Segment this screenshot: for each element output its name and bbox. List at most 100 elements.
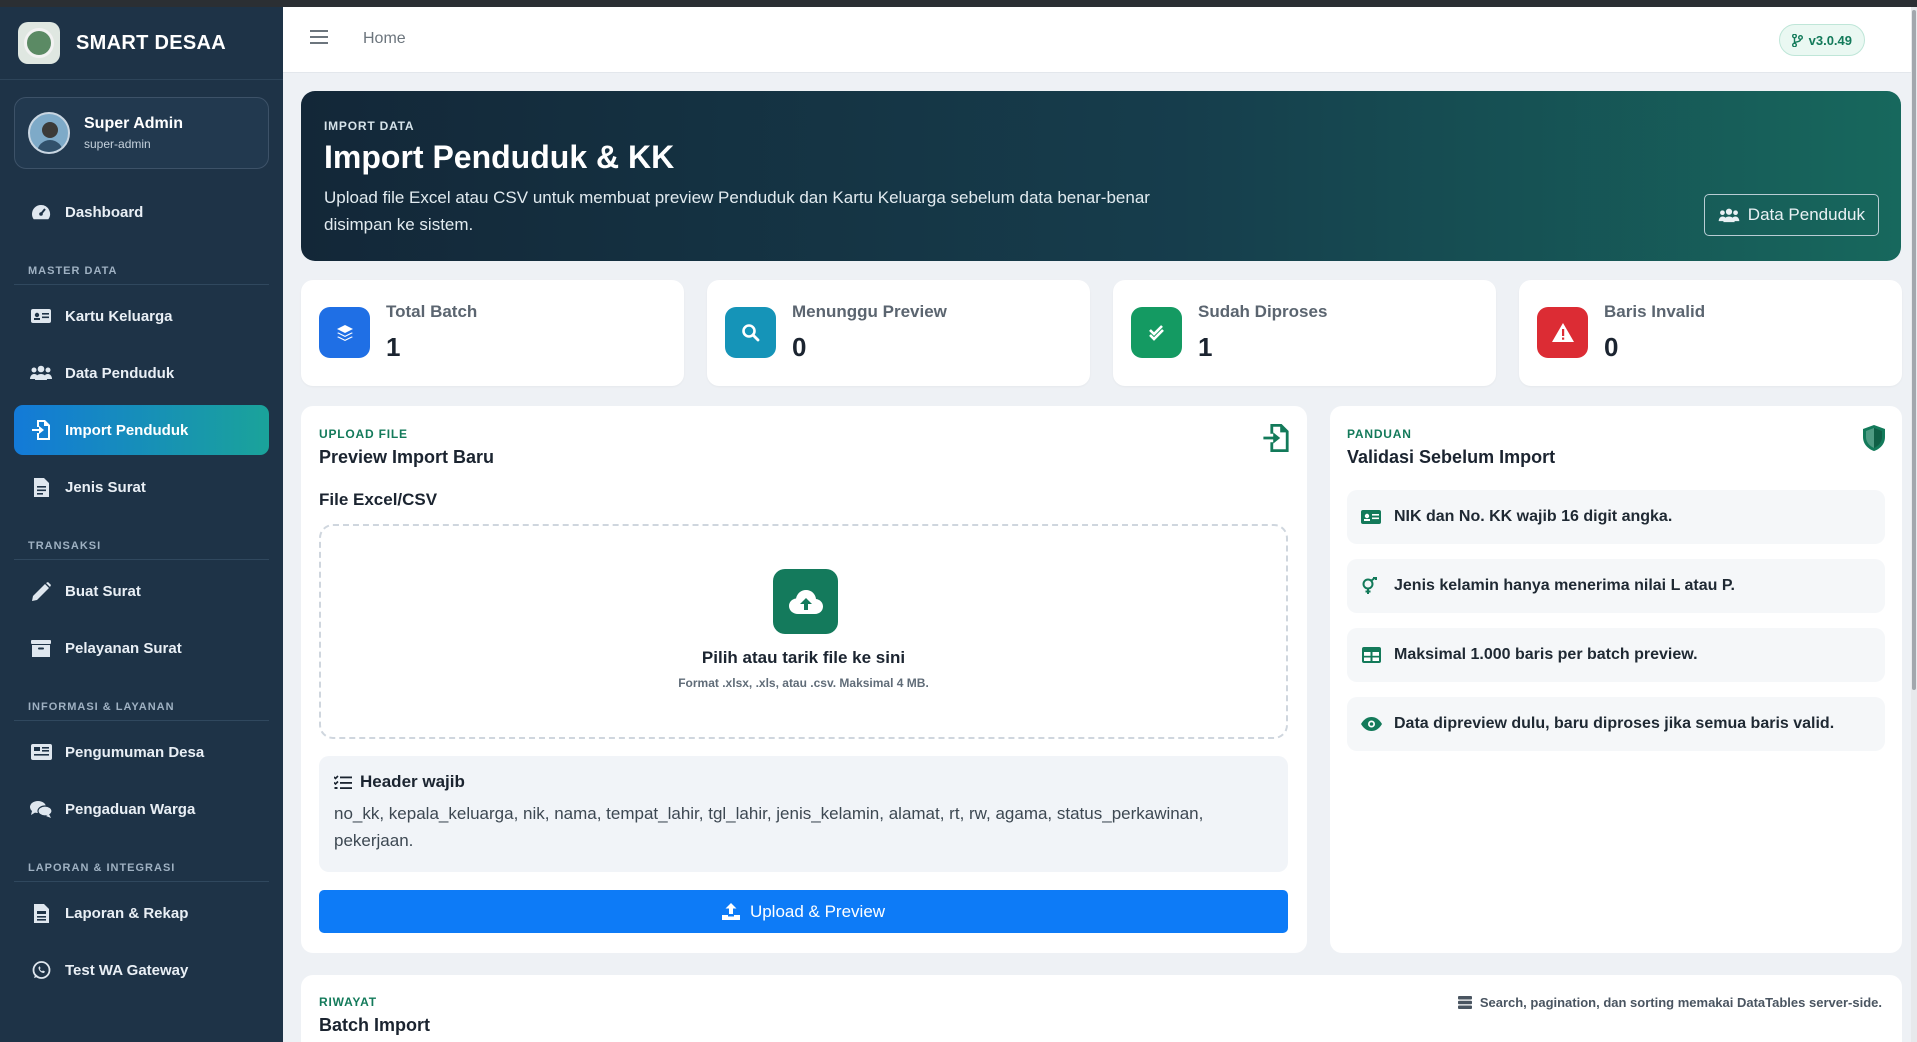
sidebar-item-pelayanan-surat[interactable]: Pelayanan Surat (14, 623, 269, 673)
stat-card-baris-invalid: Baris Invalid 0 (1519, 280, 1902, 386)
required-header-fields: no_kk, kepala_keluarga, nik, nama, tempa… (334, 804, 1204, 850)
user-card[interactable]: Super Admin super-admin (14, 97, 269, 169)
sidebar-item-data-penduduk[interactable]: Data Penduduk (14, 348, 269, 398)
upload-preview-button[interactable]: Upload & Preview (319, 890, 1288, 933)
version-text: v3.0.49 (1808, 32, 1852, 48)
guide-item: Maksimal 1.000 baris per batch preview. (1347, 628, 1885, 682)
brand-name: SMART DESAA (76, 31, 226, 54)
guide-item-text: Data dipreview dulu, baru diproses jika … (1394, 715, 1835, 732)
guide-item-text: Maksimal 1.000 baris per batch preview. (1394, 646, 1698, 663)
guide-item-text: Jenis kelamin hanya menerima nilai L ata… (1394, 577, 1735, 594)
check-double-icon (1131, 307, 1182, 358)
sidebar-item-label: Buat Surat (65, 582, 141, 600)
upload-title: Preview Import Baru (319, 447, 495, 467)
newspaper-icon (30, 741, 52, 763)
id-card-icon (30, 305, 52, 327)
sidebar-section-master: MASTER DATA (14, 249, 269, 285)
village-logo-icon (18, 22, 60, 64)
guide-item: Data dipreview dulu, baru diproses jika … (1347, 697, 1885, 751)
sidebar-item-label: Kartu Keluarga (65, 307, 173, 325)
stat-card-total-batch: Total Batch 1 (301, 280, 684, 386)
whatsapp-icon (30, 959, 52, 981)
sidebar-section-laporan: LAPORAN & INTEGRASI (14, 846, 269, 882)
hero-banner: IMPORT DATA Import Penduduk & KK Upload … (301, 91, 1901, 261)
window-top-strip (0, 0, 1917, 7)
sidebar-item-dashboard[interactable]: Dashboard (14, 187, 269, 237)
required-header-label: Header wajib (360, 772, 465, 791)
file-text-icon (30, 476, 52, 498)
sidebar-item-pengumuman-desa[interactable]: Pengumuman Desa (14, 727, 269, 777)
sidebar-item-label: Data Penduduk (65, 364, 175, 382)
data-penduduk-button[interactable]: Data Penduduk (1703, 194, 1879, 236)
guide-item: Jenis kelamin hanya menerima nilai L ata… (1347, 559, 1885, 613)
users-icon (1718, 208, 1740, 222)
stat-card-menunggu-preview: Menunggu Preview 0 (707, 280, 1090, 386)
data-penduduk-button-label: Data Penduduk (1747, 205, 1865, 224)
upload-eyebrow: UPLOAD FILE (319, 427, 408, 441)
shield-icon (1863, 425, 1885, 456)
comments-icon (30, 798, 52, 820)
upload-card: UPLOAD FILE Preview Import Baru File Exc… (301, 406, 1307, 953)
sidebar-item-label: Pengumuman Desa (65, 743, 205, 761)
file-dropzone[interactable]: Pilih atau tarik file ke sini Format .xl… (319, 524, 1288, 739)
archive-icon (30, 637, 52, 659)
sidebar-item-import-penduduk[interactable]: Import Penduduk (14, 405, 269, 455)
users-icon (30, 362, 52, 384)
dropzone-hint: Format .xlsx, .xls, atau .csv. Maksimal … (678, 676, 929, 690)
sidebar-item-test-wa[interactable]: Test WA Gateway (14, 945, 269, 995)
stat-label: Baris Invalid (1604, 302, 1706, 321)
sidebar-item-jenis-surat[interactable]: Jenis Surat (14, 462, 269, 512)
guide-eyebrow: PANDUAN (1347, 427, 1412, 441)
user-name: Super Admin (84, 115, 183, 132)
guide-item: NIK dan No. KK wajib 16 digit angka. (1347, 490, 1885, 544)
stat-label: Total Batch (386, 302, 478, 321)
page-title: Import Penduduk & KK (324, 139, 675, 175)
sidebar-item-label: Import Penduduk (65, 421, 189, 439)
sidebar-item-label: Laporan & Rekap (65, 904, 189, 922)
gauge-icon (30, 201, 52, 223)
cloud-upload-icon (773, 569, 838, 634)
history-eyebrow: RIWAYAT (319, 995, 377, 1009)
history-note: Search, pagination, dan sorting memakai … (1457, 995, 1882, 1010)
sidebar-item-label: Test WA Gateway (65, 961, 189, 979)
file-invoice-icon (30, 902, 52, 924)
page-scrollbar-thumb[interactable] (1912, 10, 1916, 690)
eye-icon (1360, 717, 1382, 731)
menu-toggle-icon[interactable] (310, 30, 328, 46)
guide-title: Validasi Sebelum Import (1347, 447, 1556, 467)
stat-value: 0 (792, 332, 807, 362)
breadcrumb-home[interactable]: Home (363, 30, 406, 48)
history-title: Batch Import (319, 1015, 431, 1035)
stat-value: 1 (386, 332, 401, 362)
upload-icon (721, 903, 740, 920)
required-header-title: Header wajib (334, 772, 1273, 792)
pencil-icon (30, 580, 52, 602)
user-role: super-admin (84, 137, 151, 151)
required-header-box: Header wajib no_kk, kepala_keluarga, nik… (319, 756, 1288, 872)
version-badge: v3.0.49 (1778, 24, 1865, 56)
stat-label: Sudah Diproses (1198, 302, 1328, 321)
sidebar-section-informasi: INFORMASI & LAYANAN (14, 685, 269, 721)
id-card-icon (1360, 509, 1382, 525)
file-field-label: File Excel/CSV (319, 490, 438, 509)
sidebar-item-buat-surat[interactable]: Buat Surat (14, 566, 269, 616)
stat-value: 1 (1198, 332, 1213, 362)
table-icon (1360, 647, 1382, 663)
guide-item-text: NIK dan No. KK wajib 16 digit angka. (1394, 508, 1673, 525)
venus-mars-icon (1360, 577, 1382, 595)
sidebar-item-label: Jenis Surat (65, 478, 146, 496)
topbar: Home v3.0.49 (283, 7, 1917, 73)
sidebar-item-label: Dashboard (65, 203, 144, 221)
sidebar-item-laporan-rekap[interactable]: Laporan & Rekap (14, 888, 269, 938)
stat-label: Menunggu Preview (792, 302, 947, 321)
stat-value: 0 (1604, 332, 1619, 362)
sidebar-item-pengaduan-warga[interactable]: Pengaduan Warga (14, 784, 269, 834)
sidebar-section-transaksi: TRANSAKSI (14, 524, 269, 560)
sidebar: SMART DESAA Super Admin super-admin Dash… (0, 7, 283, 1042)
sidebar-item-kartu-keluarga[interactable]: Kartu Keluarga (14, 291, 269, 341)
brand[interactable]: SMART DESAA (0, 7, 283, 80)
stat-card-sudah-diproses: Sudah Diproses 1 (1113, 280, 1496, 386)
warning-icon (1537, 307, 1588, 358)
layers-icon (319, 307, 370, 358)
dropzone-title: Pilih atau tarik file ke sini (701, 648, 906, 667)
